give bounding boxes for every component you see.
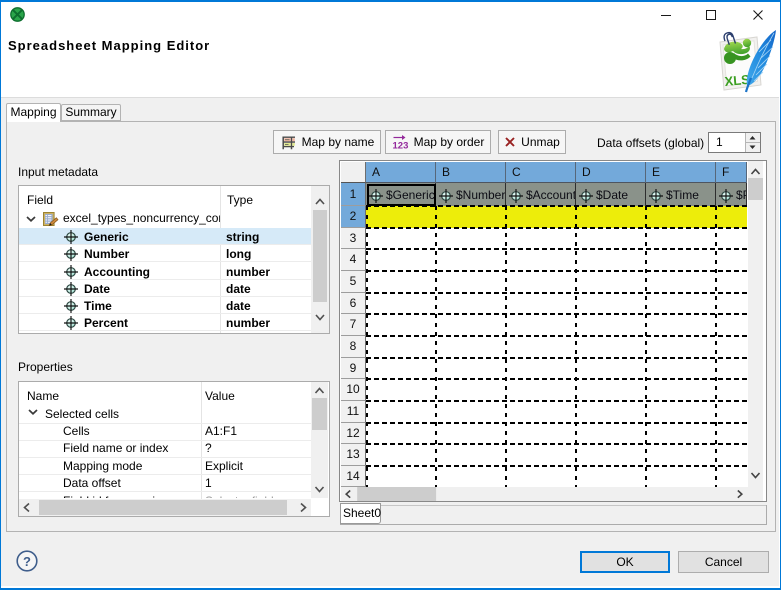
svg-text:123: 123 <box>392 141 408 151</box>
svg-text:?: ? <box>23 554 31 569</box>
